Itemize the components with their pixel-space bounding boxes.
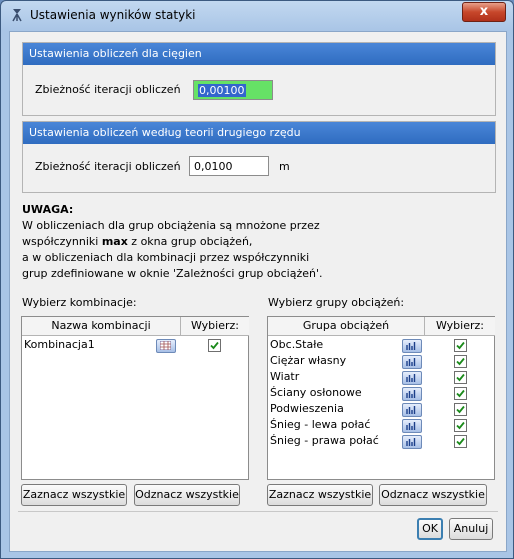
load-group-factors-icon[interactable] [402, 387, 422, 401]
ok-button[interactable]: OK [417, 518, 443, 540]
footer-divider [18, 511, 498, 512]
combinations-grid[interactable]: Nazwa kombinacji Wybierz: Kombinacja1 [21, 316, 249, 480]
load-group-row[interactable]: Ściany osłonowe [268, 385, 494, 401]
load-groups-grid[interactable]: Grupa obciążeń Wybierz: Obc.Stałe Ciężar … [267, 316, 495, 480]
combination-checkbox[interactable] [208, 339, 221, 352]
load-group-checkbox[interactable] [454, 339, 467, 352]
second-order-settings-header: Ustawienia obliczeń według teorii drugie… [23, 122, 495, 144]
load-group-row[interactable]: Ciężar własny [268, 353, 494, 369]
cables-settings-group: Ustawienia obliczeń dla cięgien Zbieżnoś… [22, 42, 496, 116]
note-line-1: W obliczeniach dla grup obciążenia są mn… [22, 219, 320, 232]
second-order-settings-group: Ustawienia obliczeń według teorii drugie… [22, 121, 496, 193]
load-group-name: Ciężar własny [270, 354, 347, 367]
second-order-iteration-label: Zbieżność iteracji obliczeń [35, 160, 181, 173]
check-icon [456, 389, 465, 398]
window-title: Ustawienia wyników statyki [30, 8, 196, 22]
cables-iteration-value: 0,00100 [198, 84, 246, 97]
load-group-name: Podwieszenia [270, 402, 344, 415]
load-group-row[interactable]: Śnieg - prawa połać [268, 433, 494, 449]
dialog-body: Ustawienia obliczeń dla cięgien Zbieżnoś… [9, 31, 507, 552]
load-group-checkbox[interactable] [454, 435, 467, 448]
second-order-iteration-value: 0,0100 [194, 160, 233, 173]
combinations-deselect-all-button[interactable]: Odznacz wszystkie [134, 484, 240, 506]
check-icon [456, 373, 465, 382]
cables-settings-header: Ustawienia obliczeń dla cięgien [23, 43, 495, 65]
check-icon [456, 357, 465, 366]
app-icon [12, 9, 22, 22]
load-group-checkbox[interactable] [454, 419, 467, 432]
check-icon [456, 421, 465, 430]
cables-iteration-input[interactable]: 0,00100 [193, 80, 273, 100]
load-groups-title: Wybierz grupy obciążeń: [268, 296, 405, 309]
note-text: UWAGA: W obliczeniach dla grup obciążeni… [22, 202, 323, 282]
combination-table-icon[interactable] [156, 339, 176, 353]
load-group-checkbox[interactable] [454, 387, 467, 400]
load-group-name: Obc.Stałe [270, 338, 324, 351]
load-group-name: Ściany osłonowe [270, 386, 362, 399]
check-icon [456, 437, 465, 446]
close-icon: x [479, 4, 489, 19]
load-group-factors-icon[interactable] [402, 403, 422, 417]
title-bar[interactable]: Ustawienia wyników statyki x [1, 1, 513, 29]
load-groups-select-all-button[interactable]: Zaznacz wszystkie [267, 484, 373, 506]
combinations-title: Wybierz kombinacje: [22, 296, 137, 309]
load-group-checkbox[interactable] [454, 355, 467, 368]
load-group-row[interactable]: Wiatr [268, 369, 494, 385]
second-order-unit: m [279, 160, 290, 173]
load-group-name: Wiatr [270, 370, 300, 383]
close-button[interactable]: x [462, 2, 506, 22]
combinations-col-select[interactable]: Wybierz: [180, 317, 249, 336]
note-title: UWAGA: [22, 203, 74, 216]
load-group-factors-icon[interactable] [402, 339, 422, 353]
note-line-2: współczynniki max z okna grup obciążeń, [22, 235, 253, 248]
check-icon [456, 341, 465, 350]
note-line-3: a w obliczeniach dla kombinacji przez ws… [22, 251, 310, 264]
load-group-row[interactable]: Obc.Stałe [268, 337, 494, 353]
load-group-factors-icon[interactable] [402, 371, 422, 385]
check-icon [210, 341, 219, 350]
combination-name: Kombinacja1 [24, 338, 95, 351]
combination-row[interactable]: Kombinacja1 [22, 337, 248, 353]
combinations-select-all-button[interactable]: Zaznacz wszystkie [21, 484, 127, 506]
load-group-checkbox[interactable] [454, 403, 467, 416]
check-icon [456, 405, 465, 414]
load-group-checkbox[interactable] [454, 371, 467, 384]
load-group-row[interactable]: Śnieg - lewa połać [268, 417, 494, 433]
load-groups-col-name[interactable]: Grupa obciążeń [268, 317, 424, 336]
note-line-4: grup zdefiniowane w oknie 'Zależności gr… [22, 267, 323, 280]
load-group-name: Śnieg - prawa połać [270, 434, 379, 447]
load-groups-col-select[interactable]: Wybierz: [424, 317, 495, 336]
cables-iteration-label: Zbieżność iteracji obliczeń [35, 83, 181, 96]
cancel-button[interactable]: Anuluj [449, 518, 493, 540]
second-order-iteration-input[interactable]: 0,0100 [189, 156, 269, 176]
load-groups-deselect-all-button[interactable]: Odznacz wszystkie [379, 484, 487, 506]
load-group-factors-icon[interactable] [402, 435, 422, 449]
dialog-window: Ustawienia wyników statyki x Ustawienia … [0, 0, 514, 559]
combinations-col-name[interactable]: Nazwa kombinacji [22, 317, 180, 336]
load-group-factors-icon[interactable] [402, 355, 422, 369]
load-group-factors-icon[interactable] [402, 419, 422, 433]
load-group-row[interactable]: Podwieszenia [268, 401, 494, 417]
load-group-name: Śnieg - lewa połać [270, 418, 371, 431]
